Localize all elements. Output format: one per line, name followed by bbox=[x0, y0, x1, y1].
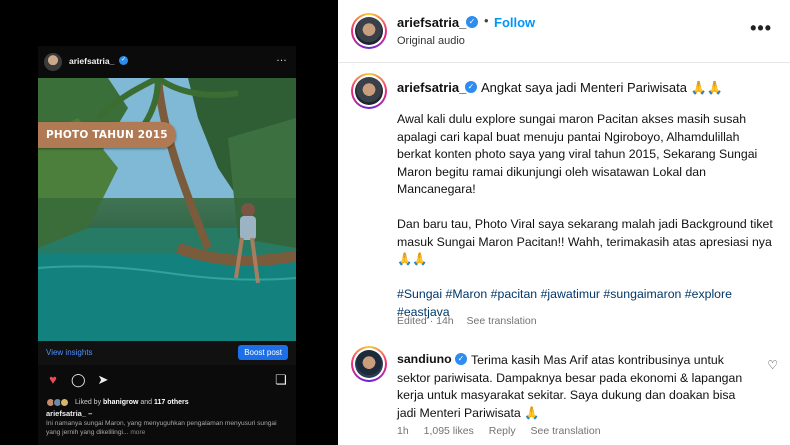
boost-post-button[interactable]: Boost post bbox=[238, 345, 288, 360]
phone-username: ariefsatria_ bbox=[69, 56, 115, 66]
commenter-avatar[interactable] bbox=[351, 346, 387, 382]
comment-icon[interactable]: ◯ bbox=[71, 373, 86, 387]
caption-paragraph-2: Dan baru tau, Photo Viral saya sekarang … bbox=[397, 217, 773, 266]
edited-timestamp: Edited · 14h bbox=[397, 315, 454, 327]
comment-likes[interactable]: 1,095 likes bbox=[424, 425, 474, 437]
commenter-username[interactable]: sandiuno bbox=[397, 352, 452, 366]
verified-badge-icon: ✓ bbox=[466, 16, 478, 28]
phone-avatar bbox=[44, 53, 62, 71]
river-photo: PHOTO TAHUN 2015 bbox=[38, 78, 296, 341]
phone-action-bar: ♥ ◯ ➤ ❏ bbox=[38, 371, 296, 391]
phone-caption-username[interactable]: ariefsatria_ bbox=[46, 409, 86, 418]
heart-icon[interactable]: ♥ bbox=[46, 373, 60, 387]
liked-by-row: Liked by bhanigrow and 117 others bbox=[46, 398, 189, 407]
bookmark-icon[interactable]: ❏ bbox=[274, 373, 288, 387]
see-translation-link[interactable]: See translation bbox=[531, 425, 601, 437]
phone-caption-more[interactable]: more bbox=[128, 429, 145, 436]
caption-meta: Edited · 14h See translation bbox=[397, 315, 537, 327]
phone-caption-text: Ini namanya sungai Maron, yang menyuguhk… bbox=[46, 420, 277, 436]
liked-by-avatars bbox=[46, 398, 72, 407]
liked-by-user[interactable]: bhanigrow bbox=[103, 399, 138, 406]
comment-age: 1h bbox=[397, 425, 409, 437]
caption-title: Angkat saya jadi Menteri Pariwisata 🙏🙏 bbox=[481, 80, 723, 95]
follow-button[interactable]: Follow bbox=[494, 15, 535, 30]
separator-dot: • bbox=[484, 13, 489, 28]
river-photo-illustration bbox=[38, 78, 296, 341]
photo-year-tag: PHOTO TAHUN 2015 bbox=[38, 122, 176, 148]
liked-by-others[interactable]: 117 others bbox=[154, 399, 189, 406]
post-header: ariefsatria_ ✓ • Follow Original audio •… bbox=[338, 0, 790, 63]
verified-badge-icon: ✓ bbox=[119, 56, 128, 65]
caption-body: Awal kali dulu explore sungai maron Paci… bbox=[397, 111, 777, 339]
verified-badge-icon: ✓ bbox=[465, 81, 477, 93]
see-translation-link[interactable]: See translation bbox=[467, 315, 537, 327]
caption-username[interactable]: ariefsatria_ bbox=[397, 80, 466, 95]
post-details: ariefsatria_ ✓ • Follow Original audio •… bbox=[338, 0, 790, 445]
phone-caption: Ini namanya sungai Maron, yang menyuguhk… bbox=[46, 419, 291, 437]
comment-meta: 1h 1,095 likes Reply See translation bbox=[397, 425, 613, 437]
caption-author-avatar[interactable] bbox=[351, 73, 387, 109]
phone-post-header: ariefsatria_ ✓ … bbox=[38, 46, 296, 78]
phone-more-icon: … bbox=[276, 52, 288, 64]
media-pane: ariefsatria_ ✓ … PHOTO TAHUN 2015 View i… bbox=[0, 0, 338, 445]
liked-by-prefix: Liked by bbox=[75, 398, 104, 406]
author-username[interactable]: ariefsatria_ bbox=[397, 15, 466, 30]
verified-badge-icon: ✓ bbox=[455, 353, 467, 365]
view-insights-link[interactable]: View insights bbox=[46, 348, 93, 357]
reply-button[interactable]: Reply bbox=[489, 425, 516, 437]
phone-caption-dash: – bbox=[86, 409, 93, 418]
phone-screenshot[interactable]: ariefsatria_ ✓ … PHOTO TAHUN 2015 View i… bbox=[38, 46, 296, 445]
insights-bar: View insights Boost post bbox=[38, 341, 296, 365]
more-options-icon[interactable]: ••• bbox=[750, 18, 772, 39]
liked-by-and: and bbox=[138, 398, 154, 406]
heart-outline-icon[interactable]: ♡ bbox=[767, 358, 778, 372]
original-audio-link[interactable]: Original audio bbox=[397, 35, 465, 47]
share-icon[interactable]: ➤ bbox=[96, 373, 110, 387]
caption-paragraph-1: Awal kali dulu explore sungai maron Paci… bbox=[397, 112, 758, 196]
phone-caption-user: ariefsatria_ – bbox=[46, 409, 92, 418]
author-avatar[interactable] bbox=[351, 13, 387, 49]
